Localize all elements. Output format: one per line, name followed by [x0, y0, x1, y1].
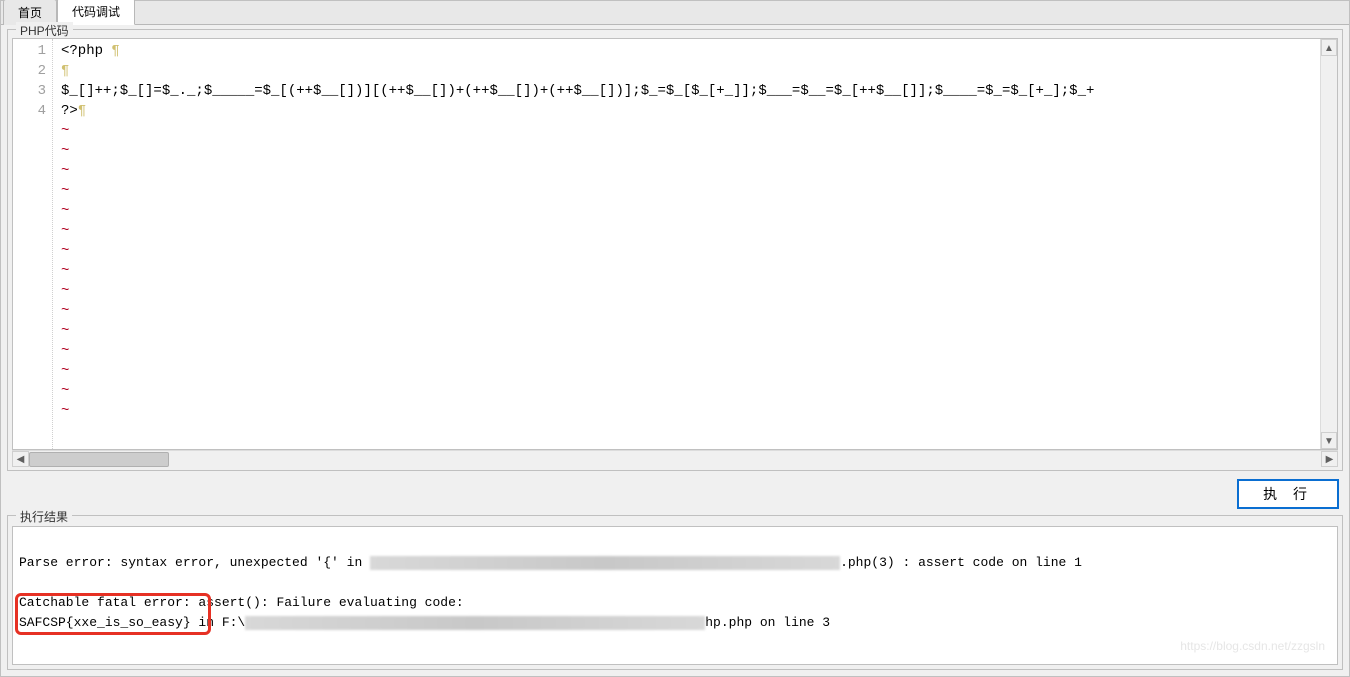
editor-tilde: ~	[61, 343, 69, 359]
code-line: $_[]++;$_[]=$_._;$_____=$_[(++$__[])][(+…	[61, 83, 1094, 99]
result-line: Catchable fatal error: assert(): Failure…	[19, 595, 464, 610]
code-section-legend: PHP代码	[16, 22, 73, 39]
editor-tilde: ~	[61, 323, 69, 339]
app-root: 首页 代码调试 PHP代码 1 2 3 4 <?php ¶ ¶ $_[]++;$…	[0, 0, 1350, 677]
result-line: hp.php on line 3	[705, 615, 830, 630]
result-line: .php(3) : assert code on line 1	[840, 555, 1082, 570]
editor-tilde: ~	[61, 223, 69, 239]
scroll-right-icon[interactable]: ▶	[1321, 451, 1338, 467]
editor-tilde: ~	[61, 203, 69, 219]
result-line: SAFCSP{xxe_is_so_easy} in F:\	[19, 615, 245, 630]
editor-tilde: ~	[61, 263, 69, 279]
scroll-track[interactable]	[29, 451, 1321, 467]
editor-tilde: ~	[61, 183, 69, 199]
editor-tilde: ~	[61, 303, 69, 319]
editor-tilde: ~	[61, 403, 69, 419]
result-section-legend: 执行结果	[16, 508, 72, 525]
run-row: 执 行	[1, 473, 1349, 513]
editor-gutter: 1 2 3 4	[13, 39, 53, 449]
whitespace-marker: ¶	[111, 43, 119, 59]
scroll-down-icon[interactable]: ▼	[1321, 432, 1337, 449]
whitespace-marker: ¶	[78, 103, 86, 119]
editor-tilde: ~	[61, 123, 69, 139]
gutter-line: 1	[13, 41, 46, 61]
result-line: Parse error: syntax error, unexpected '{…	[19, 555, 370, 570]
result-section: 执行结果 Parse error: syntax error, unexpect…	[7, 515, 1343, 670]
result-output[interactable]: Parse error: syntax error, unexpected '{…	[12, 526, 1338, 665]
code-editor[interactable]: 1 2 3 4 <?php ¶ ¶ $_[]++;$_[]=$_._;$____…	[12, 38, 1338, 450]
editor-tilde: ~	[61, 283, 69, 299]
redacted-text	[370, 556, 840, 570]
redacted-text	[245, 616, 705, 630]
tab-strip: 首页 代码调试	[1, 1, 1349, 25]
watermark-text: https://blog.csdn.net/zzgsln	[1180, 636, 1325, 656]
scroll-thumb[interactable]	[29, 452, 169, 467]
gutter-line: 2	[13, 61, 46, 81]
gutter-line: 3	[13, 81, 46, 101]
gutter-line: 4	[13, 101, 46, 121]
scroll-up-icon[interactable]: ▲	[1321, 39, 1337, 56]
scroll-left-icon[interactable]: ◀	[12, 451, 29, 467]
editor-vertical-scrollbar[interactable]: ▲ ▼	[1320, 39, 1337, 449]
run-button[interactable]: 执 行	[1237, 479, 1339, 509]
editor-tilde: ~	[61, 163, 69, 179]
whitespace-marker: ¶	[61, 63, 69, 79]
editor-tilde: ~	[61, 363, 69, 379]
code-section: PHP代码 1 2 3 4 <?php ¶ ¶ $_[]++;$_[]=$_._…	[7, 29, 1343, 471]
code-line: <?php	[61, 43, 103, 59]
editor-tilde: ~	[61, 143, 69, 159]
editor-tilde: ~	[61, 383, 69, 399]
code-line: ?>	[61, 103, 78, 119]
code-area[interactable]: <?php ¶ ¶ $_[]++;$_[]=$_._;$_____=$_[(++…	[53, 39, 1320, 449]
editor-tilde: ~	[61, 243, 69, 259]
editor-horizontal-scrollbar[interactable]: ◀ ▶	[12, 450, 1338, 467]
